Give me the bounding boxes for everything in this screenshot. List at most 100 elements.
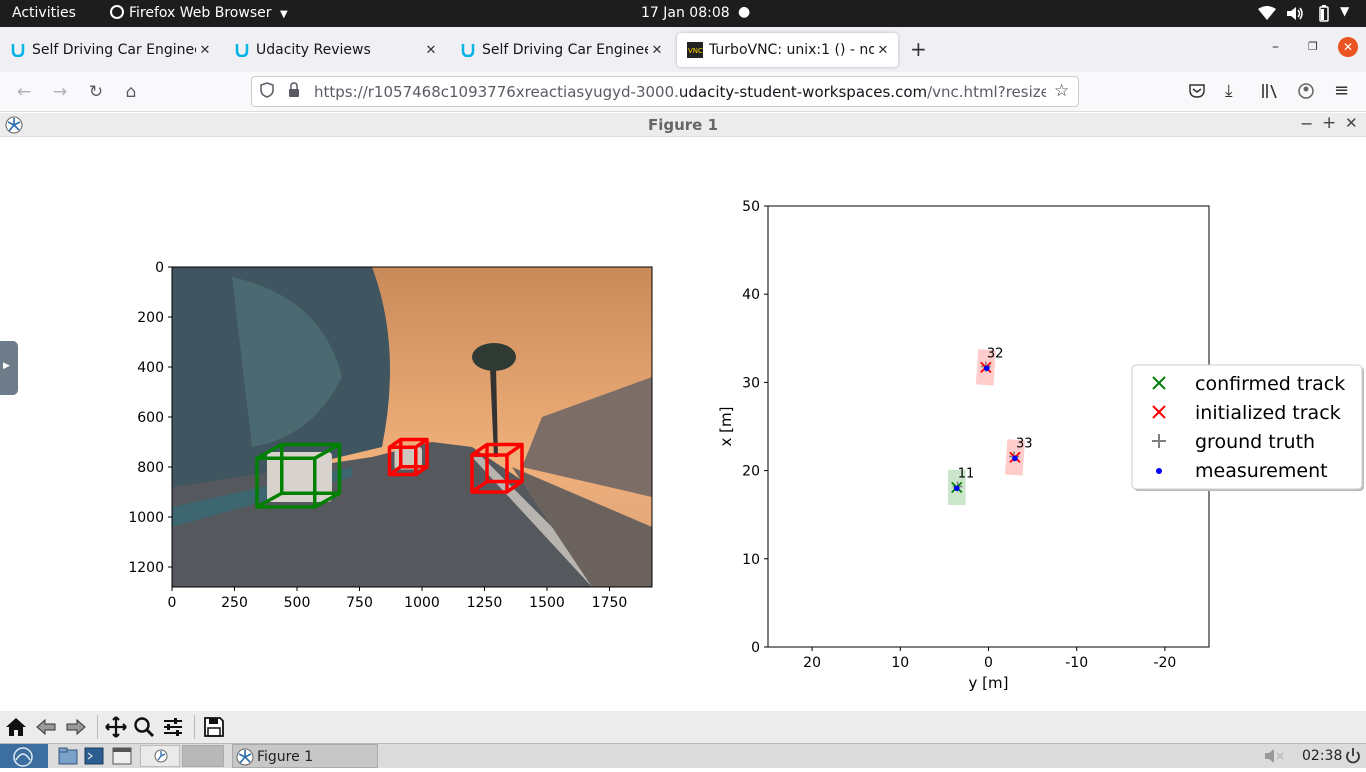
udacity-icon (10, 42, 26, 58)
x-tick-label: 0 (168, 595, 177, 611)
file-manager-icon[interactable] (58, 747, 78, 769)
track-id-label: 11 (958, 466, 975, 481)
tab-close-icon[interactable]: ✕ (648, 43, 666, 58)
taskbar-volume-muted-icon[interactable] (1264, 748, 1286, 768)
forward-view-icon[interactable] (63, 714, 89, 740)
pager-desktop-2[interactable] (182, 745, 224, 767)
figure-toolbar (0, 711, 1366, 743)
back-view-icon[interactable] (33, 714, 59, 740)
bookmark-star-icon[interactable]: ☆ (1054, 81, 1069, 101)
tab-title: Self Driving Car Engineer (482, 42, 648, 58)
figure-close-icon[interactable]: ✕ (1345, 114, 1358, 132)
track-id-label: 33 (1016, 436, 1033, 451)
tab-2[interactable]: Udacity Reviews ✕ (224, 33, 446, 67)
taskbar-window-button[interactable]: Figure 1 (232, 744, 378, 768)
battery-icon[interactable] (1316, 5, 1332, 26)
system-menu-caret-icon[interactable]: ▼ (1340, 4, 1349, 18)
track-id-label: 32 (987, 346, 1004, 361)
x-tick-label: 750 (346, 595, 373, 611)
pan-icon[interactable] (103, 714, 129, 740)
vnc-sidebar-handle[interactable]: ▶ (0, 341, 18, 395)
y-tick-label: 200 (137, 310, 164, 326)
tab-close-icon[interactable]: ✕ (422, 43, 440, 58)
restore-icon[interactable]: ❐ (1308, 40, 1318, 53)
legend: confirmed track initialized track ground t… (1131, 364, 1364, 491)
download-icon[interactable]: ⤓ (1225, 81, 1233, 101)
configure-subplots-icon[interactable] (160, 714, 186, 740)
app-menu[interactable]: Firefox Web Browser ▼ (110, 5, 288, 21)
vnc-taskbar: Figure 1 02:38 (0, 743, 1366, 768)
measurement-marker (1012, 455, 1018, 462)
tab-title: Udacity Reviews (256, 42, 371, 58)
legend-marker-dot (1156, 468, 1162, 474)
start-menu-button[interactable] (0, 744, 48, 768)
home-view-icon[interactable] (3, 714, 29, 740)
power-icon[interactable] (1345, 747, 1361, 769)
close-window-icon[interactable]: ✕ (1338, 37, 1358, 57)
x-axis-label: y [m] (969, 674, 1009, 692)
y-tick-label: 600 (137, 410, 164, 426)
camera-image-axes: 0 250 500 750 1000 1250 1500 1750 0 200 400 600 800 1… (128, 260, 653, 611)
lock-icon[interactable] (288, 82, 300, 102)
udacity-icon (460, 42, 476, 58)
y-tick-label: 1200 (128, 560, 164, 576)
pager-desktop-1[interactable] (140, 745, 180, 767)
y-tick-label: 400 (137, 360, 164, 376)
toolbar-separator (97, 715, 98, 739)
x-tick-label: 1500 (529, 595, 565, 611)
forward-arrow-icon[interactable]: → (49, 81, 71, 103)
tab-bar: Self Driving Car Engineer ✕ Udacity Revi… (0, 27, 1366, 72)
figure-title: Figure 1 (647, 116, 719, 134)
legend-label: initialized track (1195, 402, 1341, 424)
window-icon[interactable] (112, 747, 132, 769)
legend-label: measurement (1195, 460, 1328, 482)
measurement-marker (983, 365, 990, 372)
tab-3[interactable]: Self Driving Car Engineer ✕ (450, 33, 672, 67)
navigation-toolbar: ← → ↻ ⌂ https://r1057468c1093776xreactia… (0, 72, 1366, 112)
figure-plot-area[interactable]: 0 250 500 750 1000 1250 1500 175002004006008001… (0, 137, 1366, 711)
firefox-icon (110, 5, 124, 19)
library-icon[interactable] (1261, 82, 1279, 104)
back-arrow-icon[interactable]: ← (13, 81, 35, 103)
shield-icon[interactable] (260, 82, 274, 102)
udacity-icon (234, 42, 250, 58)
pocket-icon[interactable] (1188, 82, 1206, 104)
y-tick-label: 0 (155, 260, 164, 276)
account-icon[interactable] (1297, 82, 1315, 104)
wifi-icon[interactable] (1258, 6, 1276, 25)
tab-4-active[interactable]: VNC TurboVNC: unix:1 () - noV ✕ (677, 33, 898, 67)
figure-window-titlebar: Figure 1 − + ✕ (0, 113, 1366, 137)
figure-minimize-icon[interactable]: − (1300, 114, 1313, 133)
tab-title: Self Driving Car Engineer (32, 42, 196, 58)
tab-close-icon[interactable]: ✕ (196, 43, 214, 58)
zoom-icon[interactable] (131, 714, 157, 740)
volume-icon[interactable] (1286, 6, 1304, 25)
tab-1[interactable]: Self Driving Car Engineer ✕ (0, 33, 220, 67)
hamburger-menu-icon[interactable]: ≡ (1334, 80, 1349, 101)
minimize-icon[interactable]: – (1272, 39, 1279, 55)
y-tick-label: 1000 (128, 510, 164, 526)
y-tick-label: 50 (742, 199, 760, 215)
activities-button[interactable]: Activities (12, 5, 76, 21)
vnc-icon: VNC (687, 42, 703, 58)
home-icon[interactable]: ⌂ (120, 81, 142, 103)
terminal-icon[interactable] (84, 747, 104, 769)
y-tick-label: 40 (742, 287, 760, 303)
reload-icon[interactable]: ↻ (85, 81, 107, 103)
measurement-marker (953, 485, 960, 492)
x-tick-label: 0 (984, 655, 993, 671)
new-tab-button[interactable]: + (910, 37, 927, 61)
tab-close-icon[interactable]: ✕ (874, 43, 892, 58)
x-tick-label: 1750 (592, 595, 628, 611)
camera-image (172, 267, 652, 587)
figure-maximize-icon[interactable]: + (1322, 113, 1336, 133)
tab-title: TurboVNC: unix:1 () - noV (709, 42, 874, 58)
url-text[interactable]: https://r1057468c1093776xreactiasyugyd-3… (314, 83, 1046, 101)
top-bar-clock[interactable]: 17 Jan 08:08 (641, 5, 730, 21)
save-figure-icon[interactable] (201, 714, 227, 740)
url-bar[interactable]: https://r1057468c1093776xreactiasyugyd-3… (251, 76, 1079, 107)
matplotlib-icon (236, 748, 254, 766)
palm-crown (472, 343, 516, 371)
caret-down-icon: ▼ (279, 9, 288, 20)
y-tick-label: 800 (137, 460, 164, 476)
